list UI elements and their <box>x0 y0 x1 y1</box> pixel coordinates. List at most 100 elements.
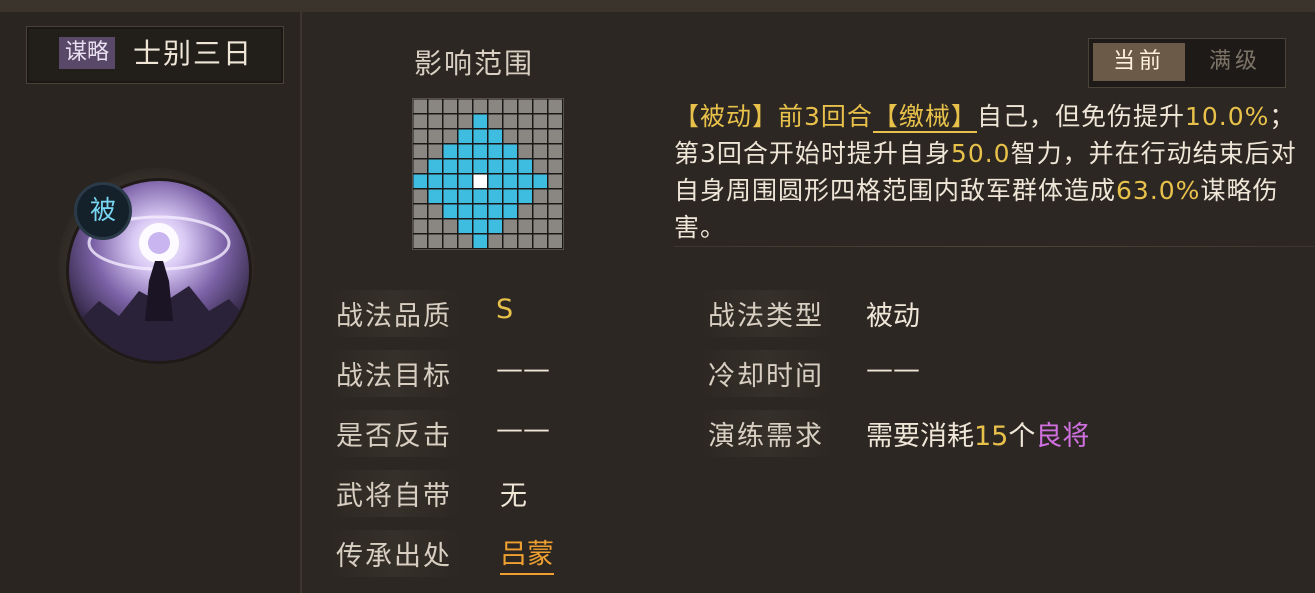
grid-range-cell <box>473 144 487 158</box>
grid-range-cell <box>443 159 457 173</box>
grid-empty-cell <box>488 99 502 113</box>
grid-range-cell <box>458 174 472 188</box>
grid-range-cell <box>458 219 472 233</box>
grid-empty-cell <box>443 219 457 233</box>
grid-empty-cell <box>533 114 547 128</box>
grid-empty-cell <box>443 129 457 143</box>
grid-range-cell <box>488 219 502 233</box>
grid-empty-cell <box>548 99 562 113</box>
grid-range-cell <box>473 159 487 173</box>
grid-empty-cell <box>548 219 562 233</box>
grid-empty-cell <box>533 189 547 203</box>
grid-empty-cell <box>413 234 427 248</box>
grid-range-cell <box>443 174 457 188</box>
grid-range-cell <box>428 189 442 203</box>
level-toggle: 当前 满级 <box>1088 38 1286 88</box>
grid-empty-cell <box>548 159 562 173</box>
grid-range-cell <box>473 129 487 143</box>
drill-label: 演练需求 <box>700 410 832 457</box>
grid-range-cell <box>413 174 427 188</box>
grid-empty-cell <box>533 234 547 248</box>
grid-range-cell <box>533 174 547 188</box>
cooldown-value: —— <box>866 354 920 385</box>
grid-empty-cell <box>518 144 532 158</box>
desc-value: 50.0 <box>950 139 1011 168</box>
skill-description: 【被动】前3回合【缴械】自己，但免伤提升10.0%；第3回合开始时提升自身50.… <box>674 98 1314 246</box>
grid-range-cell <box>458 204 472 218</box>
grid-empty-cell <box>503 129 517 143</box>
grid-empty-cell <box>428 204 442 218</box>
grid-range-cell <box>458 189 472 203</box>
grid-range-cell <box>488 129 502 143</box>
grid-empty-cell <box>533 204 547 218</box>
skill-name-plate: 谋略 士别三日 <box>26 26 284 84</box>
grid-empty-cell <box>413 99 427 113</box>
grid-empty-cell <box>518 114 532 128</box>
desc-disarm-link[interactable]: 【缴械】 <box>872 102 977 133</box>
source-general-link[interactable]: 吕蒙 <box>500 532 554 575</box>
grid-empty-cell <box>473 99 487 113</box>
grid-empty-cell <box>428 99 442 113</box>
grid-empty-cell <box>458 234 472 248</box>
range-grid <box>412 98 564 250</box>
grid-range-cell <box>488 159 502 173</box>
grid-empty-cell <box>428 114 442 128</box>
grid-range-cell <box>503 159 517 173</box>
grid-range-cell <box>473 189 487 203</box>
grid-empty-cell <box>518 204 532 218</box>
tab-current[interactable]: 当前 <box>1093 43 1185 81</box>
drill-prefix: 需要消耗 <box>866 421 974 452</box>
grid-range-cell <box>503 144 517 158</box>
grid-range-cell <box>428 159 442 173</box>
grid-empty-cell <box>413 114 427 128</box>
passive-badge: 被 <box>74 182 132 240</box>
drill-count: 15 <box>974 421 1009 452</box>
target-value: —— <box>496 354 550 385</box>
innate-value: 无 <box>500 481 527 512</box>
quality-value: S <box>496 294 514 325</box>
grid-empty-cell <box>458 114 472 128</box>
grid-empty-cell <box>518 99 532 113</box>
grid-range-cell <box>473 234 487 248</box>
grid-empty-cell <box>413 204 427 218</box>
type-label: 战法类型 <box>700 290 832 337</box>
grid-empty-cell <box>548 234 562 248</box>
grid-empty-cell <box>548 204 562 218</box>
grid-empty-cell <box>518 129 532 143</box>
grid-empty-cell <box>443 114 457 128</box>
grid-empty-cell <box>503 99 517 113</box>
grid-range-cell <box>488 189 502 203</box>
grid-empty-cell <box>533 99 547 113</box>
drill-item-link[interactable]: 良将 <box>1035 421 1089 452</box>
grid-range-cell <box>488 174 502 188</box>
grid-empty-cell <box>458 99 472 113</box>
tab-max-level[interactable]: 满级 <box>1189 43 1281 81</box>
drill-value: 需要消耗15个良将 <box>866 414 1089 453</box>
grid-empty-cell <box>413 144 427 158</box>
grid-range-cell <box>443 204 457 218</box>
grid-empty-cell <box>413 129 427 143</box>
grid-range-cell <box>473 114 487 128</box>
grid-empty-cell <box>518 234 532 248</box>
quality-label: 战法品质 <box>328 290 460 337</box>
grid-empty-cell <box>488 114 502 128</box>
grid-empty-cell <box>428 219 442 233</box>
grid-range-cell <box>428 174 442 188</box>
grid-empty-cell <box>413 189 427 203</box>
grid-empty-cell <box>533 144 547 158</box>
innate-label: 武将自带 <box>328 470 460 517</box>
divider <box>674 246 1314 247</box>
cooldown-label: 冷却时间 <box>700 350 832 397</box>
grid-empty-cell <box>533 159 547 173</box>
grid-range-cell <box>443 189 457 203</box>
desc-passive: 【被动】前3回合 <box>674 102 873 131</box>
skill-name: 士别三日 <box>133 37 254 70</box>
grid-empty-cell <box>548 114 562 128</box>
range-title: 影响范围 <box>414 47 535 80</box>
grid-range-cell <box>443 144 457 158</box>
grid-empty-cell <box>548 189 562 203</box>
grid-range-cell <box>488 144 502 158</box>
grid-empty-cell <box>548 144 562 158</box>
grid-empty-cell <box>428 234 442 248</box>
grid-empty-cell <box>443 234 457 248</box>
